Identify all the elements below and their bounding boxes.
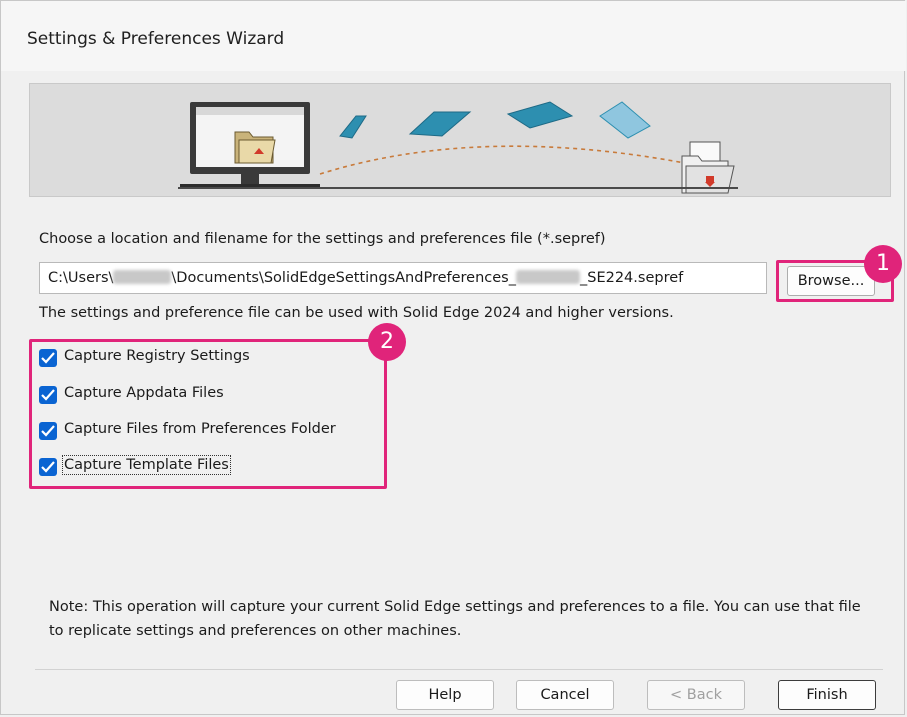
path-middle: \Documents\SolidEdgeSettingsAndPreferenc… bbox=[171, 270, 516, 286]
folder-icon bbox=[681, 141, 735, 194]
footer-divider bbox=[35, 669, 883, 670]
file-path-input[interactable]: C:\Users\ \Documents\SolidEdgeSettingsAnd… bbox=[39, 262, 767, 294]
monitor-icon bbox=[180, 102, 320, 187]
redacted-username bbox=[515, 269, 580, 284]
step-badge-1: 1 bbox=[864, 245, 902, 283]
highlight-box-options bbox=[29, 339, 387, 489]
title-bar: Settings & Preferences Wizard bbox=[1, 1, 906, 71]
window-title: Settings & Preferences Wizard bbox=[27, 29, 285, 49]
page-icon bbox=[339, 115, 367, 139]
operation-note: Note: This operation will capture your c… bbox=[49, 599, 861, 639]
help-button[interactable]: Help bbox=[396, 680, 494, 710]
page-icon bbox=[506, 101, 574, 129]
cancel-button[interactable]: Cancel bbox=[516, 680, 614, 710]
path-suffix: _SE224.sepref bbox=[579, 270, 684, 286]
redacted-username bbox=[113, 269, 172, 284]
location-prompt: Choose a location and filename for the s… bbox=[39, 231, 606, 247]
wizard-window: Settings & Preferences Wizard Choose a l… bbox=[0, 0, 906, 715]
step-badge-2: 2 bbox=[368, 323, 406, 361]
transfer-illustration bbox=[178, 101, 738, 194]
page-icon bbox=[408, 111, 472, 137]
finish-button[interactable]: Finish bbox=[778, 680, 876, 710]
path-prefix: C:\Users\ bbox=[48, 270, 114, 286]
wizard-banner bbox=[29, 83, 891, 197]
compatibility-note: The settings and preference file can be … bbox=[39, 305, 674, 321]
page-icon bbox=[599, 101, 651, 139]
back-button[interactable]: < Back bbox=[647, 680, 745, 710]
